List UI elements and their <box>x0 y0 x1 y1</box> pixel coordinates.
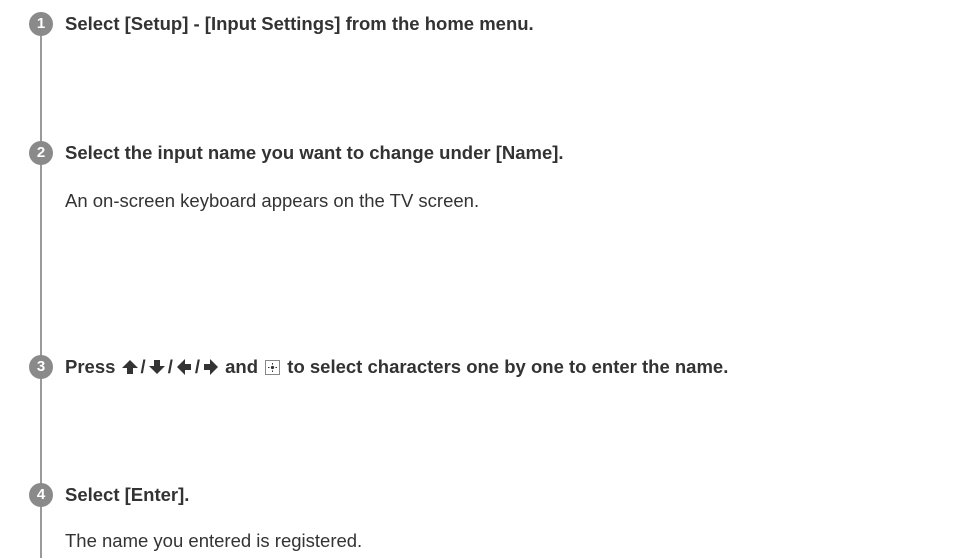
separator-slash: / <box>140 356 146 377</box>
step-number-2: 2 <box>29 141 53 165</box>
step-number-3: 3 <box>29 355 53 379</box>
step-4-description: The name you entered is registered. <box>65 530 363 551</box>
step-2-title: Select the input name you want to change… <box>65 142 564 163</box>
arrow-down-icon <box>148 358 166 376</box>
arrow-up-icon <box>121 358 139 376</box>
arrow-right-icon <box>202 358 220 376</box>
separator-slash: / <box>167 356 173 377</box>
step-2-description: An on-screen keyboard appears on the TV … <box>65 190 480 211</box>
step-3-and-text: and <box>225 356 258 377</box>
step-3-title: Press / / / and to select characters one… <box>65 355 728 379</box>
arrow-left-icon <box>175 358 193 376</box>
step-4-title: Select [Enter]. <box>65 484 190 505</box>
step-3-rest-text: to select characters one by one to enter… <box>287 356 729 377</box>
step-3-press-text: Press <box>65 356 116 377</box>
enter-button-icon <box>265 360 281 375</box>
step-number-1: 1 <box>29 12 53 36</box>
step-timeline-line <box>40 20 42 558</box>
step-number-4: 4 <box>29 483 53 507</box>
step-1-title: Select [Setup] - [Input Settings] from t… <box>65 13 534 34</box>
separator-slash: / <box>194 356 200 377</box>
